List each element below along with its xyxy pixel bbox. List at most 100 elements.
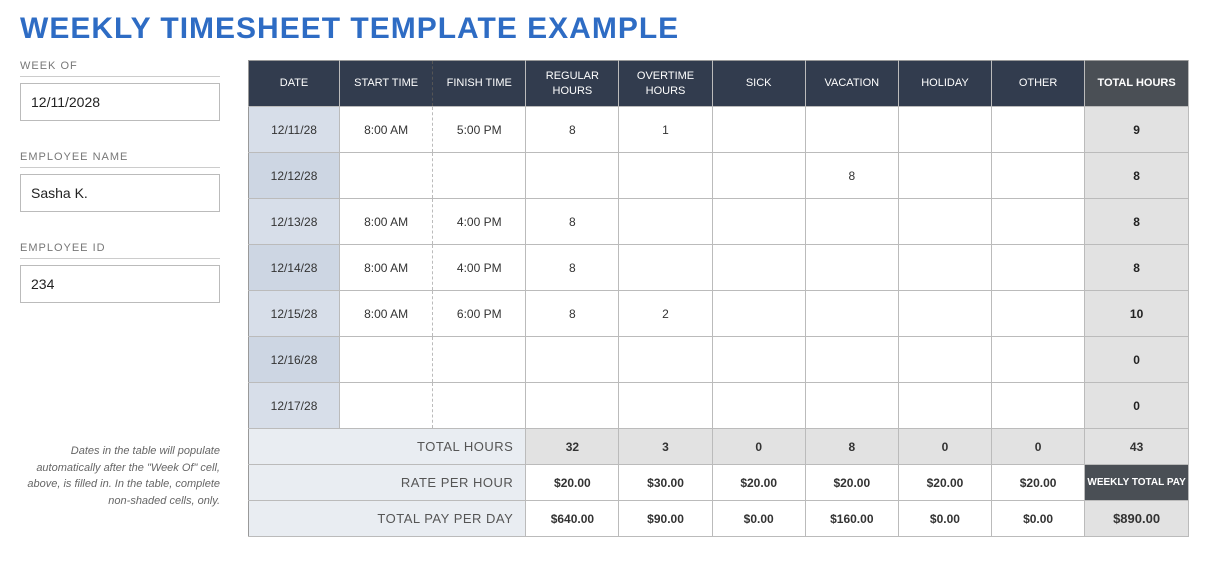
instruction-note: Dates in the table will populate automat…	[20, 443, 220, 509]
cell-date: 12/14/28	[249, 245, 340, 291]
pay-label: TOTAL PAY PER DAY	[249, 501, 526, 537]
cell-hol[interactable]	[898, 199, 991, 245]
header-regular: REGULAR HOURS	[526, 61, 619, 107]
cell-reg[interactable]	[526, 383, 619, 429]
cell-finish[interactable]	[433, 383, 526, 429]
cell-reg[interactable]: 8	[526, 199, 619, 245]
cell-sick[interactable]	[712, 383, 805, 429]
total-reg: 32	[526, 429, 619, 465]
side-panel: WEEK OF 12/11/2028 EMPLOYEE NAME Sasha K…	[20, 60, 220, 509]
cell-start[interactable]: 8:00 AM	[340, 245, 433, 291]
header-holiday: HOLIDAY	[898, 61, 991, 107]
cell-finish[interactable]: 5:00 PM	[433, 107, 526, 153]
rate-ot[interactable]: $30.00	[619, 465, 712, 501]
cell-total: 10	[1085, 291, 1189, 337]
pay-row: TOTAL PAY PER DAY $640.00 $90.00 $0.00 $…	[249, 501, 1189, 537]
cell-reg[interactable]	[526, 153, 619, 199]
total-tot: 43	[1085, 429, 1189, 465]
cell-vac[interactable]: 8	[805, 153, 898, 199]
timesheet-table: DATE START TIME FINISH TIME REGULAR HOUR…	[248, 60, 1189, 537]
header-row: DATE START TIME FINISH TIME REGULAR HOUR…	[249, 61, 1189, 107]
cell-vac[interactable]	[805, 245, 898, 291]
header-date: DATE	[249, 61, 340, 107]
pay-oth: $0.00	[992, 501, 1085, 537]
cell-hol[interactable]	[898, 291, 991, 337]
cell-hol[interactable]	[898, 153, 991, 199]
rate-vac[interactable]: $20.00	[805, 465, 898, 501]
cell-start[interactable]: 8:00 AM	[340, 199, 433, 245]
cell-hol[interactable]	[898, 107, 991, 153]
cell-oth[interactable]	[992, 337, 1085, 383]
cell-start[interactable]: 8:00 AM	[340, 107, 433, 153]
cell-total: 0	[1085, 337, 1189, 383]
total-vac: 8	[805, 429, 898, 465]
cell-ot[interactable]: 1	[619, 107, 712, 153]
cell-reg[interactable]: 8	[526, 245, 619, 291]
cell-finish[interactable]	[433, 337, 526, 383]
cell-sick[interactable]	[712, 337, 805, 383]
table-row: 12/15/288:00 AM6:00 PM82 10	[249, 291, 1189, 337]
cell-total: 0	[1085, 383, 1189, 429]
cell-sick[interactable]	[712, 245, 805, 291]
employee-id-input[interactable]: 234	[20, 265, 220, 303]
cell-date: 12/13/28	[249, 199, 340, 245]
cell-start[interactable]	[340, 153, 433, 199]
header-vacation: VACATION	[805, 61, 898, 107]
table-row: 12/16/28 0	[249, 337, 1189, 383]
cell-start[interactable]: 8:00 AM	[340, 291, 433, 337]
cell-hol[interactable]	[898, 337, 991, 383]
cell-finish[interactable]: 4:00 PM	[433, 199, 526, 245]
rate-hol[interactable]: $20.00	[898, 465, 991, 501]
cell-date: 12/15/28	[249, 291, 340, 337]
cell-date: 12/11/28	[249, 107, 340, 153]
rate-sick[interactable]: $20.00	[712, 465, 805, 501]
cell-sick[interactable]	[712, 107, 805, 153]
cell-finish[interactable]	[433, 153, 526, 199]
cell-oth[interactable]	[992, 383, 1085, 429]
cell-reg[interactable]	[526, 337, 619, 383]
cell-finish[interactable]: 4:00 PM	[433, 245, 526, 291]
rate-label: RATE PER HOUR	[249, 465, 526, 501]
employee-name-input[interactable]: Sasha K.	[20, 174, 220, 212]
cell-sick[interactable]	[712, 153, 805, 199]
cell-vac[interactable]	[805, 337, 898, 383]
cell-total: 8	[1085, 153, 1189, 199]
cell-ot[interactable]	[619, 383, 712, 429]
table-row: 12/11/288:00 AM5:00 PM81 9	[249, 107, 1189, 153]
total-ot: 3	[619, 429, 712, 465]
header-total: TOTAL HOURS	[1085, 61, 1189, 107]
cell-reg[interactable]: 8	[526, 107, 619, 153]
total-hours-row: TOTAL HOURS 32 3 0 8 0 0 43	[249, 429, 1189, 465]
cell-oth[interactable]	[992, 291, 1085, 337]
week-of-input[interactable]: 12/11/2028	[20, 83, 220, 121]
cell-finish[interactable]: 6:00 PM	[433, 291, 526, 337]
cell-start[interactable]	[340, 337, 433, 383]
cell-date: 12/16/28	[249, 337, 340, 383]
cell-oth[interactable]	[992, 107, 1085, 153]
pay-reg: $640.00	[526, 501, 619, 537]
cell-start[interactable]	[340, 383, 433, 429]
cell-total: 9	[1085, 107, 1189, 153]
cell-vac[interactable]	[805, 199, 898, 245]
cell-ot[interactable]	[619, 199, 712, 245]
cell-ot[interactable]	[619, 153, 712, 199]
week-of-label: WEEK OF	[20, 60, 220, 77]
cell-ot[interactable]	[619, 245, 712, 291]
cell-hol[interactable]	[898, 245, 991, 291]
cell-oth[interactable]	[992, 153, 1085, 199]
cell-reg[interactable]: 8	[526, 291, 619, 337]
cell-ot[interactable]	[619, 337, 712, 383]
cell-vac[interactable]	[805, 291, 898, 337]
rate-oth[interactable]: $20.00	[992, 465, 1085, 501]
cell-total: 8	[1085, 199, 1189, 245]
cell-oth[interactable]	[992, 245, 1085, 291]
cell-hol[interactable]	[898, 383, 991, 429]
cell-sick[interactable]	[712, 291, 805, 337]
cell-oth[interactable]	[992, 199, 1085, 245]
cell-vac[interactable]	[805, 383, 898, 429]
cell-ot[interactable]: 2	[619, 291, 712, 337]
rate-reg[interactable]: $20.00	[526, 465, 619, 501]
header-sick: SICK	[712, 61, 805, 107]
cell-vac[interactable]	[805, 107, 898, 153]
cell-sick[interactable]	[712, 199, 805, 245]
